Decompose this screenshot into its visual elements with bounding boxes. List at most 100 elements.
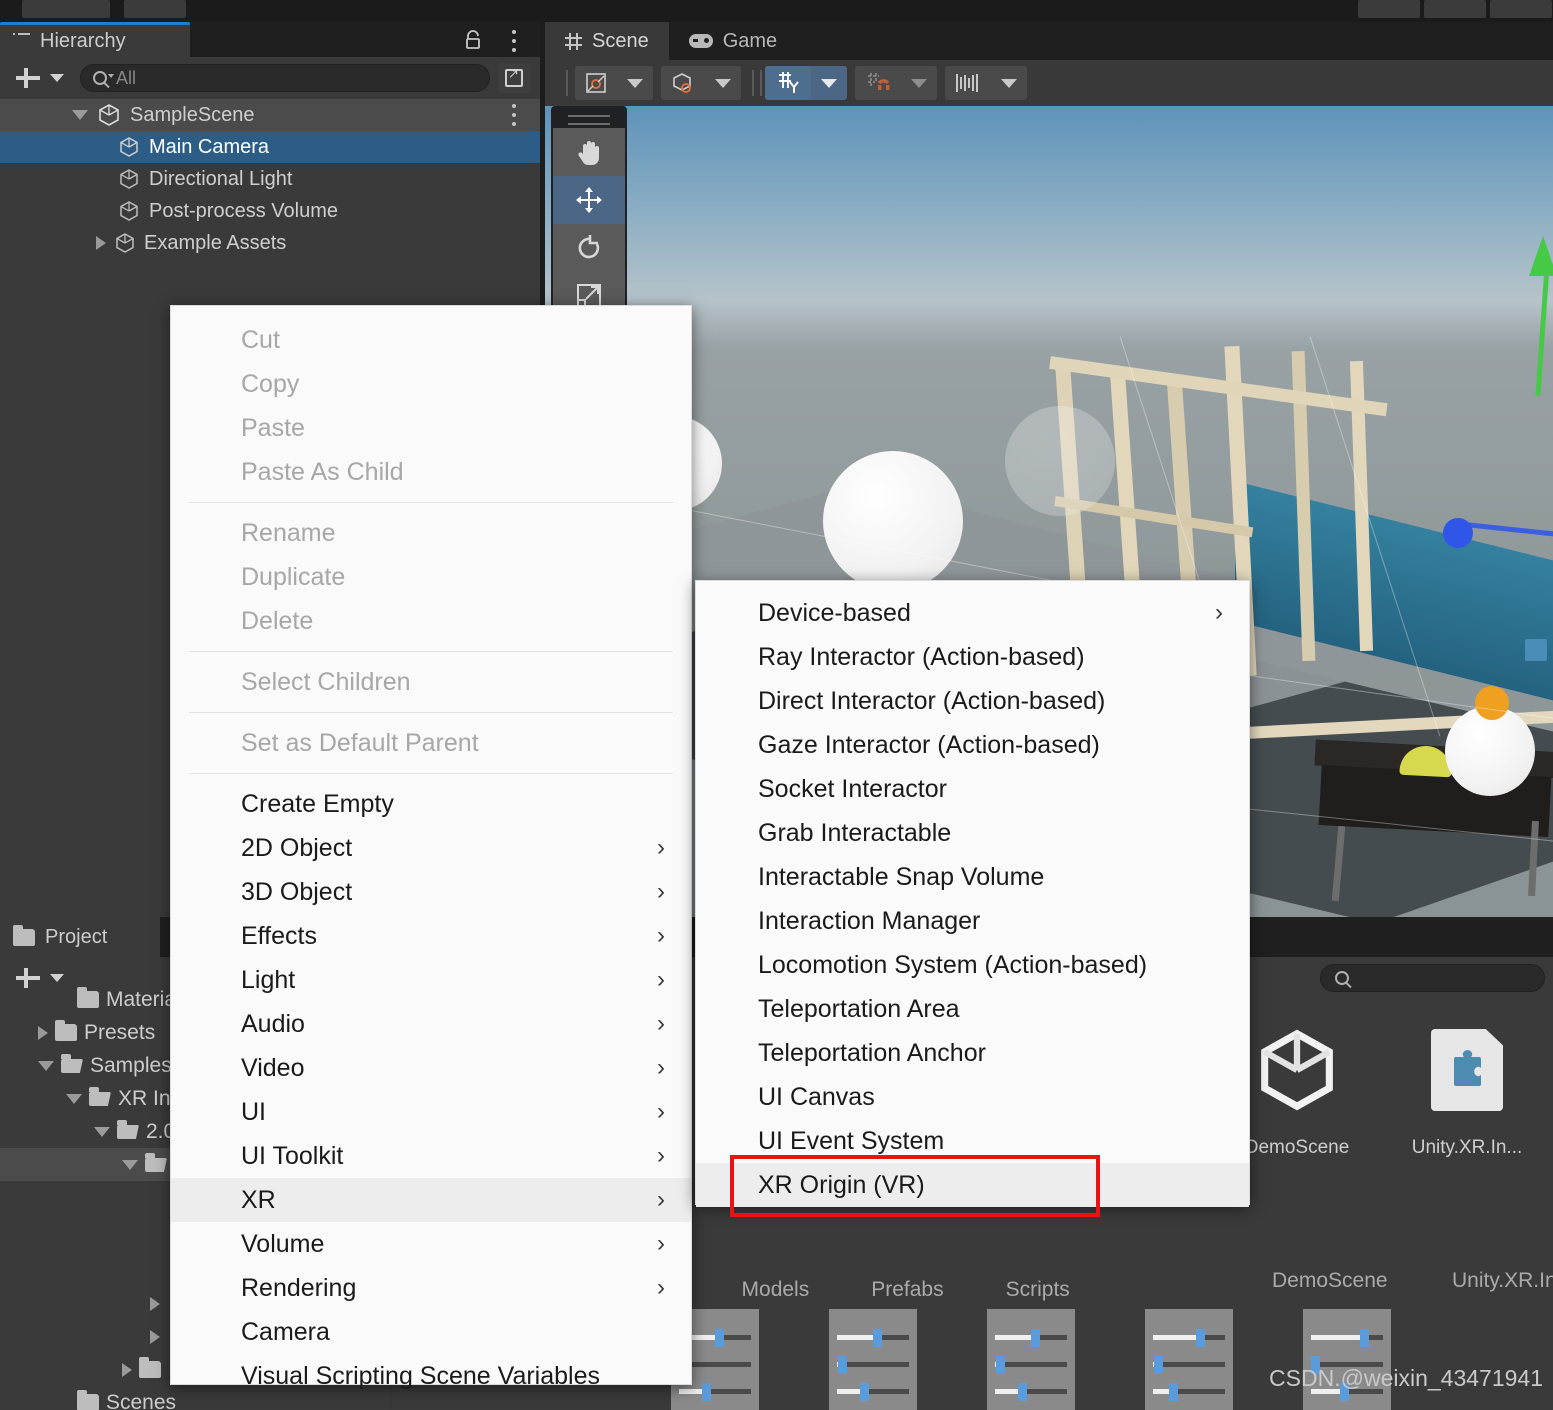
submenu-item-interactable-snap-volume[interactable]: Interactable Snap Volume (696, 855, 1249, 899)
toolbar-button-right-3[interactable] (1490, 0, 1552, 18)
gizmo-orbit-handle[interactable] (1475, 686, 1509, 720)
asset-item[interactable]: Unity.XR.In... (1402, 1015, 1532, 1159)
breadcrumb-item[interactable]: Models (742, 1278, 810, 1302)
grid-axis-chevron-icon[interactable] (811, 66, 847, 100)
hierarchy-row-main-camera[interactable]: Main Camera (0, 131, 540, 163)
menu-item-rename[interactable]: Rename (171, 511, 691, 555)
move-tool-button[interactable] (553, 176, 625, 224)
menu-label: Teleportation Area (758, 994, 960, 1023)
grid-snapping-dropdown[interactable] (945, 66, 1027, 100)
menu-item-copy[interactable]: Copy (171, 362, 691, 406)
menu-item-light[interactable]: Light › (171, 958, 691, 1002)
2d-3d-dropdown[interactable] (661, 66, 741, 100)
samplescene-kebab-menu-icon[interactable] (512, 104, 518, 126)
menu-item-select-children[interactable]: Select Children (171, 660, 691, 704)
submenu-item-ui-canvas[interactable]: UI Canvas (696, 1075, 1249, 1119)
breadcrumb-item[interactable]: Prefabs (871, 1278, 943, 1302)
tab-hierarchy[interactable]: Hierarchy (0, 22, 190, 57)
submenu-item-teleportation-anchor[interactable]: Teleportation Anchor (696, 1031, 1249, 1075)
submenu-item-interaction-manager[interactable]: Interaction Manager (696, 899, 1249, 943)
menu-item-video[interactable]: Video › (171, 1046, 691, 1090)
disclosure-triangle-icon[interactable] (38, 1060, 54, 1071)
hierarchy-search-input[interactable]: All (80, 64, 490, 92)
rotate-tool-button[interactable] (553, 224, 625, 272)
menu-item-audio[interactable]: Audio › (171, 1002, 691, 1046)
menu-item-create-empty[interactable]: Create Empty (171, 782, 691, 826)
tab-project[interactable]: Project (0, 917, 160, 957)
asset-item[interactable]: XRI Default... (1124, 1309, 1254, 1410)
hierarchy-row-samplescene[interactable]: SampleScene (0, 99, 540, 131)
menu-item-camera[interactable]: Camera (171, 1310, 691, 1354)
toolbar-button-right-2[interactable] (1424, 0, 1486, 18)
menu-item-3d-object[interactable]: 3D Object › (171, 870, 691, 914)
hierarchy-row-directional-light[interactable]: Directional Light (0, 163, 540, 195)
draw-mode-dropdown[interactable] (575, 66, 653, 100)
asset-item[interactable]: XRI Default... (1282, 1309, 1412, 1410)
disclosure-triangle-icon[interactable] (150, 1296, 160, 1311)
menu-item-effects[interactable]: Effects › (171, 914, 691, 958)
disclosure-triangle-icon[interactable] (150, 1329, 160, 1344)
breadcrumb-item-package[interactable]: Unity.XR.In... (1452, 1269, 1553, 1293)
menu-item-rendering[interactable]: Rendering › (171, 1266, 691, 1310)
submenu-item-device-based[interactable]: Device-based › (696, 591, 1249, 635)
disclosure-triangle-icon[interactable] (72, 110, 88, 120)
submenu-item-locomotion-system[interactable]: Locomotion System (Action-based) (696, 943, 1249, 987)
menu-item-2d-object[interactable]: 2D Object › (171, 826, 691, 870)
view-tools-grip[interactable] (568, 115, 610, 117)
grid-axis-dropdown[interactable] (765, 66, 847, 100)
project-search-input[interactable] (1320, 964, 1545, 992)
menu-item-delete[interactable]: Delete (171, 599, 691, 643)
snap-dropdown[interactable] (855, 66, 937, 100)
submenu-item-direct-interactor[interactable]: Direct Interactor (Action-based) (696, 679, 1249, 723)
disclosure-triangle-icon[interactable] (122, 1362, 132, 1377)
menu-item-xr[interactable]: XR › (171, 1178, 691, 1222)
menu-item-visual-scripting-scene-variables[interactable]: Visual Scripting Scene Variables (171, 1354, 691, 1398)
tab-scene[interactable]: Scene (545, 22, 669, 60)
gizmo-x-handle[interactable] (1443, 518, 1473, 548)
hand-tool-button[interactable] (553, 128, 625, 176)
toolbar-button-left-1[interactable] (22, 0, 110, 18)
asset-item[interactable]: DemoScene (1232, 1015, 1362, 1159)
breadcrumb-item-demoscene[interactable]: DemoScene (1272, 1269, 1388, 1293)
chevron-down-icon[interactable] (50, 74, 64, 82)
submenu-item-socket-interactor[interactable]: Socket Interactor (696, 767, 1249, 811)
hierarchy-item-label: Main Camera (149, 135, 270, 158)
submenu-item-ray-interactor[interactable]: Ray Interactor (Action-based) (696, 635, 1249, 679)
chevron-down-icon[interactable] (50, 974, 64, 982)
2d-3d-chevron-icon[interactable] (705, 66, 741, 100)
hierarchy-kebab-menu-icon[interactable] (512, 30, 518, 52)
gizmo-y-axis[interactable] (1535, 265, 1550, 397)
submenu-item-grab-interactable[interactable]: Grab Interactable (696, 811, 1249, 855)
asset-item[interactable]: XRI Default... (808, 1309, 938, 1410)
hierarchy-row-example-assets[interactable]: Example Assets (0, 227, 540, 259)
lock-icon[interactable] (464, 30, 482, 50)
menu-item-volume[interactable]: Volume › (171, 1222, 691, 1266)
hierarchy-expand-button[interactable] (498, 63, 530, 93)
disclosure-triangle-icon[interactable] (38, 1025, 48, 1040)
tab-game[interactable]: Game (669, 22, 797, 60)
menu-item-duplicate[interactable]: Duplicate (171, 555, 691, 599)
gizmo-y-handle[interactable] (1529, 236, 1553, 276)
toolbar-button-left-2[interactable] (124, 0, 186, 18)
add-gameobject-button[interactable] (14, 64, 42, 92)
menu-item-paste[interactable]: Paste (171, 406, 691, 450)
menu-item-ui[interactable]: UI › (171, 1090, 691, 1134)
submenu-item-gaze-interactor[interactable]: Gaze Interactor (Action-based) (696, 723, 1249, 767)
grid-snapping-chevron-icon[interactable] (991, 66, 1027, 100)
hierarchy-row-post-process-volume[interactable]: Post-process Volume (0, 195, 540, 227)
view-tools-grip[interactable] (568, 123, 610, 125)
submenu-item-teleportation-area[interactable]: Teleportation Area (696, 987, 1249, 1031)
draw-mode-chevron-icon[interactable] (617, 66, 653, 100)
menu-item-ui-toolkit[interactable]: UI Toolkit › (171, 1134, 691, 1178)
disclosure-triangle-icon[interactable] (122, 1159, 138, 1170)
menu-item-cut[interactable]: Cut (171, 318, 691, 362)
asset-item[interactable]: XRI Default... (966, 1309, 1096, 1410)
toolbar-button-right-1[interactable] (1358, 0, 1420, 18)
disclosure-triangle-icon[interactable] (94, 1126, 110, 1137)
menu-item-paste-as-child[interactable]: Paste As Child (171, 450, 691, 494)
snap-chevron-icon[interactable] (901, 66, 937, 100)
disclosure-triangle-icon[interactable] (96, 236, 106, 250)
menu-item-set-as-default-parent[interactable]: Set as Default Parent (171, 721, 691, 765)
disclosure-triangle-icon[interactable] (66, 1093, 82, 1104)
breadcrumb-item[interactable]: Scripts (1006, 1278, 1070, 1302)
